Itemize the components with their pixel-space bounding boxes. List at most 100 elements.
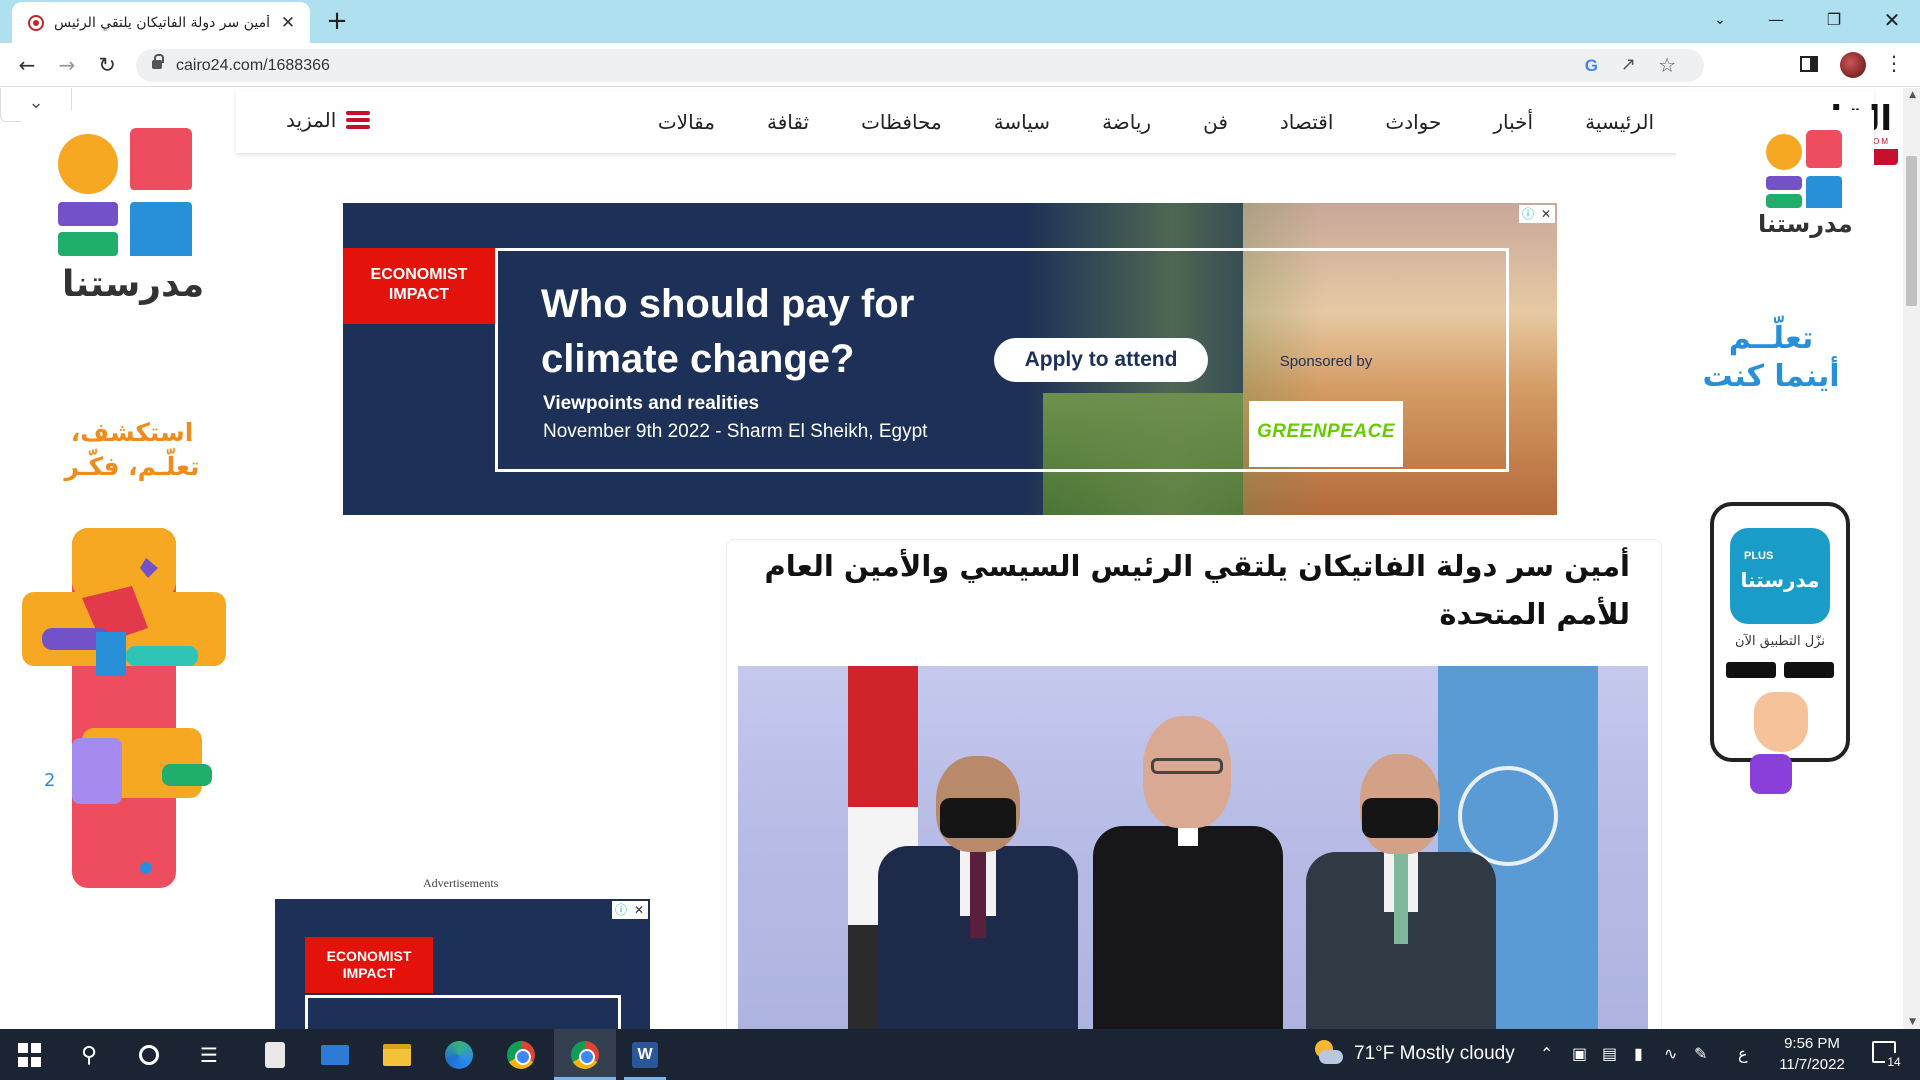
sidebar-ad[interactable]: ECONOMIST IMPACT ⓘ ✕ <box>275 899 650 1029</box>
tab-close-icon[interactable]: ✕ <box>278 13 298 33</box>
side-panel-icon[interactable] <box>1800 56 1818 72</box>
lock-icon[interactable] <box>152 54 164 69</box>
economist-impact-badge: ECONOMIST IMPACT <box>343 248 495 324</box>
window-minimize-button[interactable]: — <box>1748 0 1804 40</box>
battery-icon[interactable]: ▮ <box>1634 1044 1643 1063</box>
sleeve-decoration <box>1750 754 1792 794</box>
url-text[interactable]: cairo24.com/1688366 <box>176 57 330 75</box>
person-center-image <box>1093 706 1283 1029</box>
page-scrollbar[interactable]: ▲ ▼ <box>1903 88 1920 1029</box>
tab-search-chevron-icon[interactable]: ⌄ <box>1692 0 1748 40</box>
svg-text:2: 2 <box>44 770 55 791</box>
web-page: القاهرة 24 CAIRO 24.COM الرئيسية أخبار ح… <box>0 88 1920 1029</box>
badge-line2: IMPACT <box>342 965 396 981</box>
edge-browser-icon[interactable] <box>442 1038 476 1072</box>
cortana-icon[interactable] <box>132 1038 166 1072</box>
share-icon[interactable]: ↗ <box>1621 54 1636 75</box>
nav-item-articles[interactable]: مقالات <box>658 110 715 134</box>
new-tab-button[interactable]: + <box>322 7 352 37</box>
nav-item-art[interactable]: فن <box>1203 110 1228 134</box>
task-view-icon[interactable]: ☰ <box>192 1038 226 1072</box>
right-side-ad[interactable]: مدرستنا تعلّــم أينما كنت PLUS مدرستنا ن… <box>1676 110 1874 952</box>
file-explorer-icon[interactable] <box>380 1038 414 1072</box>
article-title: أمين سر دولة الفاتيكان يلتقي الرئيس السي… <box>764 549 1630 631</box>
app-store-badge-icon <box>1784 662 1834 678</box>
address-bar[interactable]: cairo24.com/1688366 G ↗ ☆ <box>136 49 1704 82</box>
left-side-ad[interactable]: مدرستنا استكشف، تعلّـم، فكّـر 2 <box>22 110 226 952</box>
profile-avatar[interactable] <box>1840 52 1866 78</box>
scroll-up-icon[interactable]: ▲ <box>1909 90 1916 100</box>
pen-workspace-icon[interactable]: ✎ <box>1694 1044 1707 1063</box>
phone-illustration: PLUS مدرستنا نزّل التطبيق الآن <box>1710 502 1850 762</box>
apply-to-attend-button[interactable]: Apply to attend <box>994 338 1208 382</box>
left-ad-slogan-line1: استكشف، <box>70 418 194 447</box>
download-app-cta: نزّل التطبيق الآن <box>1735 634 1825 649</box>
google-play-badge-icon <box>1726 662 1776 678</box>
wifi-icon[interactable]: ∿ <box>1664 1044 1677 1063</box>
app-icon: PLUS مدرستنا <box>1730 528 1830 624</box>
weather-text[interactable]: 71°F Mostly cloudy <box>1354 1043 1515 1065</box>
google-icon[interactable]: G <box>1585 56 1598 76</box>
chrome-profile-icon[interactable] <box>568 1038 602 1072</box>
nav-item-home[interactable]: الرئيسية <box>1585 110 1654 134</box>
article-photo[interactable] <box>738 666 1648 1029</box>
windows-start-icon[interactable] <box>12 1038 46 1072</box>
right-ad-slogan: تعلّــم أينما كنت <box>1676 320 1866 396</box>
window-close-button[interactable]: ✕ <box>1864 0 1920 40</box>
notepad-app-icon[interactable] <box>258 1038 292 1072</box>
window-restore-button[interactable]: ❐ <box>1806 0 1862 40</box>
back-icon[interactable]: ← <box>12 50 42 80</box>
ad-close-icon[interactable]: ✕ <box>1537 205 1555 223</box>
notification-count-badge: 14 <box>1885 1053 1903 1071</box>
banner-event-date: November 9th 2022 - Sharm El Sheikh, Egy… <box>543 421 928 442</box>
word-app-icon[interactable]: W <box>628 1038 662 1072</box>
menu-icon[interactable]: ⋮ <box>1884 51 1904 75</box>
economist-impact-badge: ECONOMIST IMPACT <box>305 937 433 993</box>
top-banner-ad[interactable]: ECONOMIST IMPACT Who should pay for clim… <box>343 203 1557 515</box>
sidebar-ad-frame <box>305 995 621 1029</box>
right-ad-slogan-line2: أينما كنت <box>1702 359 1840 394</box>
madrasatna-logo: مدرستنا <box>58 124 204 314</box>
badge-line1: ECONOMIST <box>326 948 412 964</box>
meet-now-icon[interactable]: ▣ <box>1572 1044 1587 1063</box>
weather-cloud-icon[interactable] <box>1313 1040 1343 1068</box>
sponsored-by-label: Sponsored by <box>1279 353 1373 370</box>
nav-item-politics[interactable]: سياسة <box>994 110 1050 134</box>
madrasatna-brand-text: مدرستنا <box>62 264 205 305</box>
school-supplies-illustration: 2 <box>22 528 226 888</box>
chrome-icon[interactable] <box>504 1038 538 1072</box>
more-menu-label: المزيد <box>286 108 337 132</box>
input-language-indicator[interactable]: ع <box>1738 1044 1748 1063</box>
search-icon[interactable]: ⚲ <box>72 1038 106 1072</box>
site-header: القاهرة 24 CAIRO 24.COM الرئيسية أخبار ح… <box>236 91 1898 165</box>
greenpeace-logo-box: GREENPEACE <box>1249 401 1403 467</box>
more-menu-button[interactable]: المزيد <box>286 108 371 132</box>
person-right-image <box>1306 746 1496 1029</box>
site-favicon-icon <box>28 14 44 31</box>
star-icon[interactable]: ☆ <box>1658 53 1676 77</box>
windows-taskbar: ⚲ ☰ W 71°F Mostly cloudy ⌃ ▣ ▤ ▮ ∿ ✎ ع 9… <box>0 1029 1920 1080</box>
browser-tab-active[interactable]: أمين سر دولة الفاتيكان يلتقي الرئيس ✕ <box>12 2 310 43</box>
tray-chevron-up-icon[interactable]: ⌃ <box>1540 1044 1553 1063</box>
app-name: مدرستنا <box>1740 568 1820 592</box>
nav-item-culture[interactable]: ثقافة <box>767 110 809 134</box>
adchoices-info-icon[interactable]: ⓘ <box>1519 205 1537 223</box>
forward-icon[interactable]: → <box>52 50 82 80</box>
network-adapter-icon[interactable]: ▤ <box>1602 1044 1617 1063</box>
nav-item-economy[interactable]: اقتصاد <box>1280 110 1334 134</box>
scrollbar-thumb[interactable] <box>1906 156 1917 306</box>
madrasatna-logo: مدرستنا <box>1758 130 1853 240</box>
scroll-down-icon[interactable]: ▼ <box>1909 1017 1916 1027</box>
greenpeace-logo: GREENPEACE <box>1256 421 1396 442</box>
adchoices-info-icon[interactable]: ⓘ <box>612 901 630 919</box>
banner-headline: Who should pay for climate change? <box>541 282 915 381</box>
nav-item-incidents[interactable]: حوادث <box>1385 110 1441 134</box>
clock-time[interactable]: 9:56 PM <box>1772 1035 1852 1052</box>
nav-item-news[interactable]: أخبار <box>1493 110 1533 134</box>
nav-item-governorates[interactable]: محافظات <box>861 110 942 134</box>
nav-item-sports[interactable]: رياضة <box>1102 110 1151 134</box>
clock-date[interactable]: 11/7/2022 <box>1772 1056 1852 1073</box>
mail-app-icon[interactable] <box>318 1038 352 1072</box>
ad-close-icon[interactable]: ✕ <box>630 901 648 919</box>
reload-icon[interactable]: ↻ <box>92 50 122 80</box>
